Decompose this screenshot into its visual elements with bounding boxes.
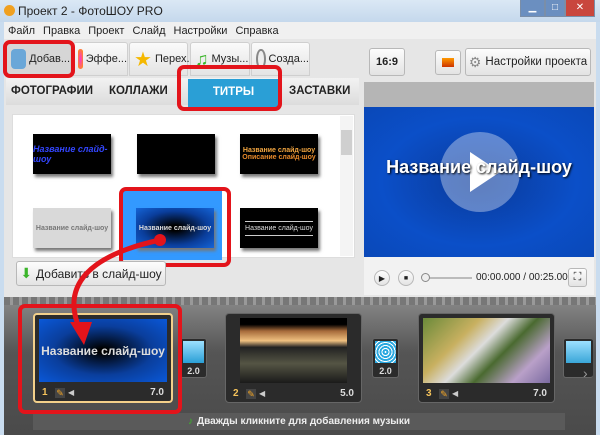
annotation-arrow: [70, 234, 166, 345]
